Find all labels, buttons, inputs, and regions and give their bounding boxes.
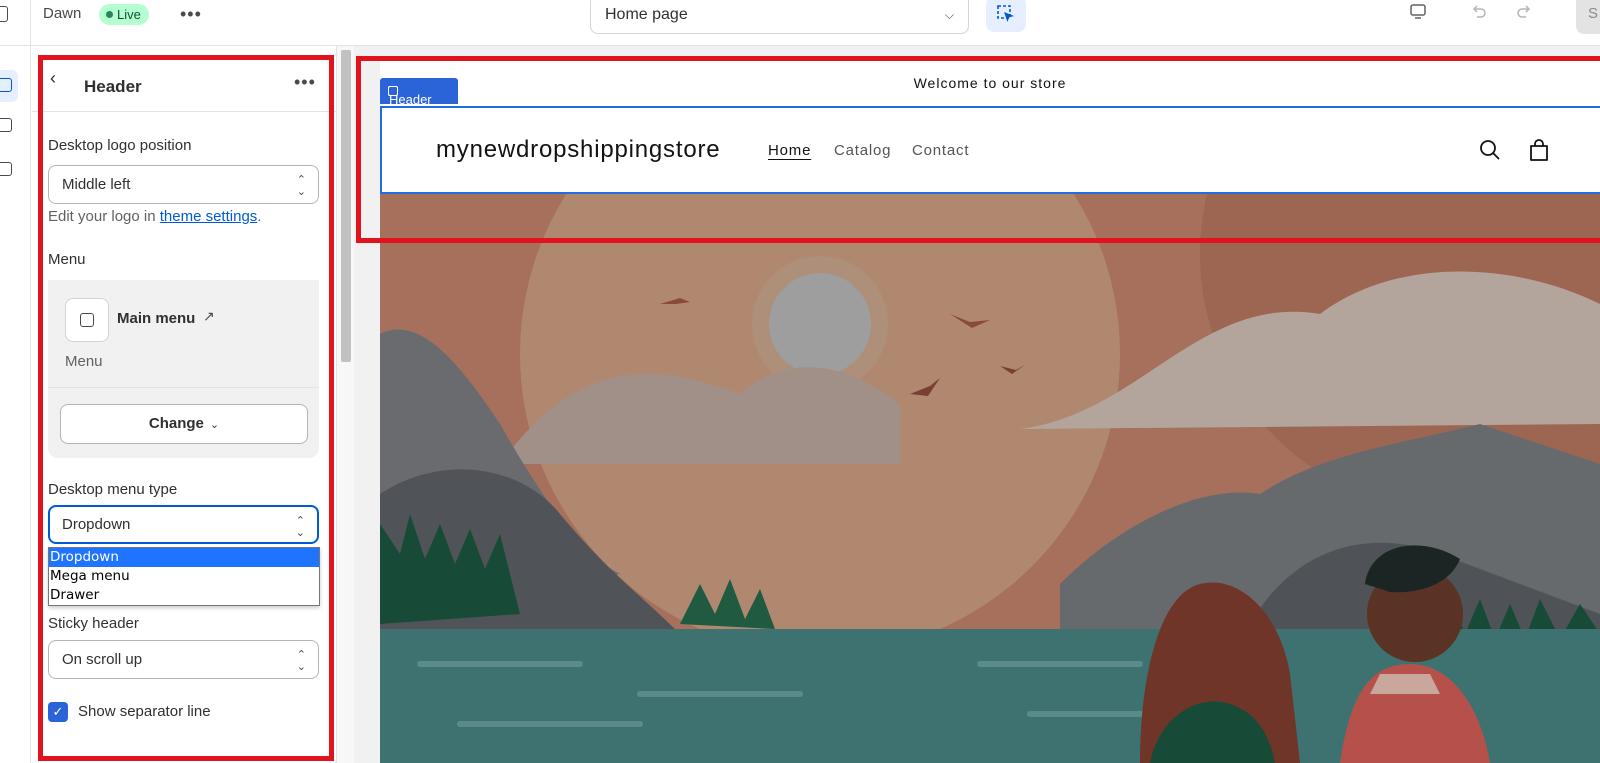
brush-icon	[0, 118, 12, 132]
sections-icon	[0, 78, 12, 92]
live-badge-label: Live	[117, 7, 141, 22]
annotation-box-panel	[38, 55, 334, 761]
sections-tab[interactable]	[0, 70, 18, 102]
page-selector-value: Home page	[605, 6, 688, 23]
scrollbar-thumb[interactable]	[341, 50, 351, 362]
hero-illustration	[380, 194, 1600, 763]
apps-icon	[0, 162, 12, 176]
inspector-cursor-icon	[997, 5, 1014, 22]
chevron-down-icon: ⌵	[944, 8, 954, 22]
theme-name: Dawn	[43, 5, 82, 22]
undo-icon[interactable]	[1470, 3, 1488, 21]
apps-tab[interactable]	[0, 154, 18, 186]
save-button[interactable]: S	[1576, 0, 1600, 34]
live-badge: Live	[99, 4, 149, 25]
theme-settings-tab[interactable]	[0, 110, 18, 142]
panel-scrollbar[interactable]	[336, 46, 354, 763]
desktop-view-icon[interactable]	[1409, 3, 1427, 21]
more-actions-button[interactable]: •••	[180, 4, 202, 25]
top-bar: Dawn Live ••• Home page ⌵ S	[0, 0, 1600, 46]
page-selector[interactable]: Home page ⌵	[590, 0, 969, 34]
left-rail	[0, 46, 31, 763]
annotation-box-header	[356, 56, 1600, 243]
exit-icon[interactable]	[0, 6, 8, 22]
status-dot-icon	[106, 11, 113, 18]
inspector-button[interactable]	[986, 0, 1026, 32]
divider	[30, 0, 31, 46]
redo-icon[interactable]	[1515, 3, 1533, 21]
